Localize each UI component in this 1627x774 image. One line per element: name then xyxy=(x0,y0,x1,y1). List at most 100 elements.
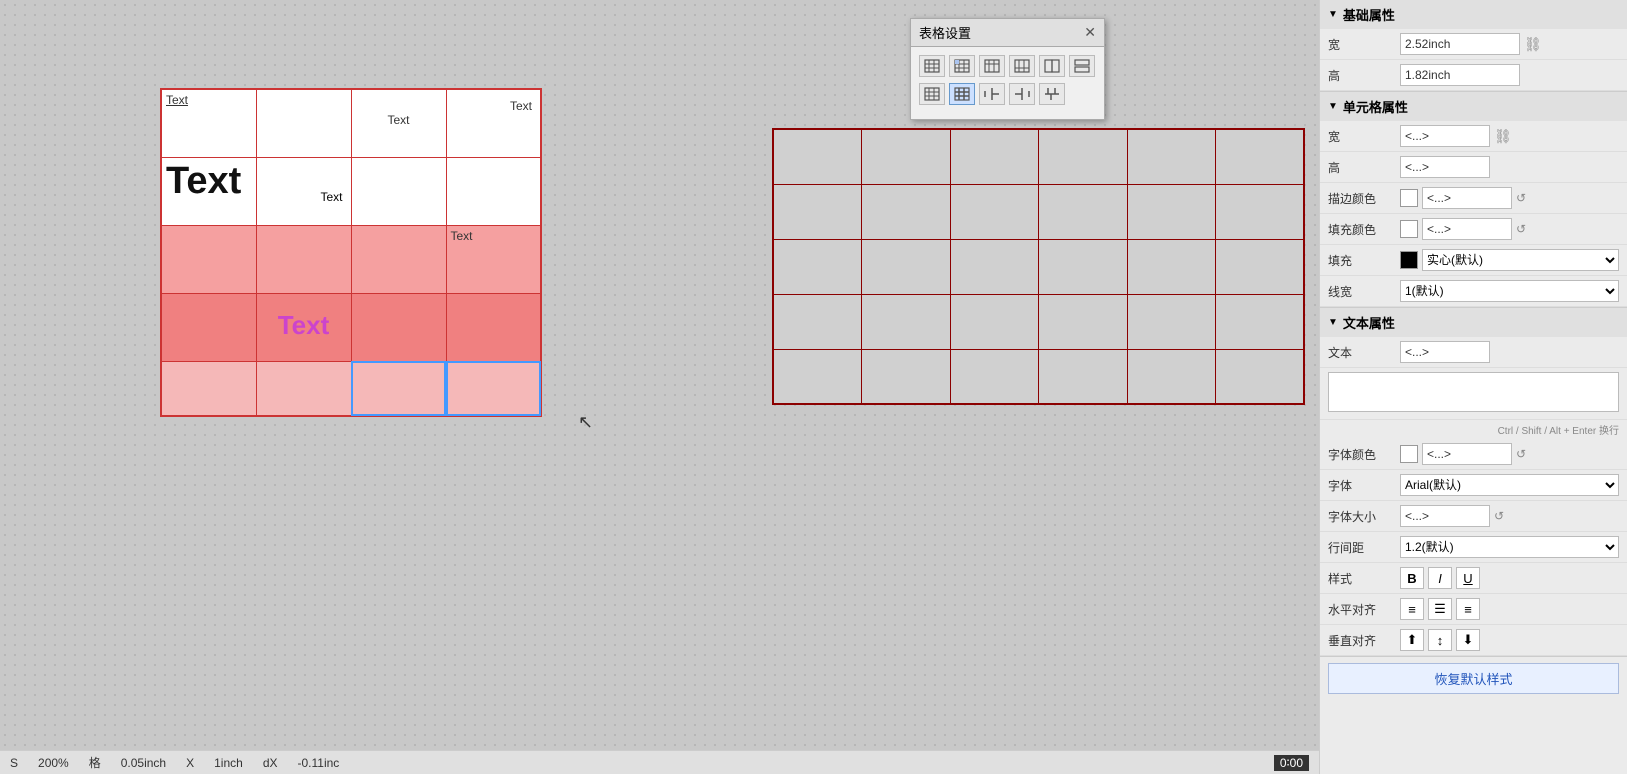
font-color-refresh[interactable]: ↺ xyxy=(1516,447,1526,461)
border-color-input[interactable] xyxy=(1422,187,1512,209)
table-icon-2[interactable] xyxy=(949,55,975,77)
table-cell[interactable]: Text xyxy=(446,89,541,157)
table-icon-7[interactable] xyxy=(919,83,945,105)
table-icon-5[interactable] xyxy=(1039,55,1065,77)
table-cell[interactable] xyxy=(446,293,541,361)
text-textarea[interactable] xyxy=(1328,372,1619,412)
dialog-close-button[interactable]: ✕ xyxy=(1084,24,1096,41)
height-input[interactable] xyxy=(1400,64,1520,86)
align-center-button[interactable]: ☰ xyxy=(1428,598,1452,620)
table-cell[interactable] xyxy=(862,184,951,239)
table-cell[interactable] xyxy=(1039,239,1128,294)
table-cell[interactable] xyxy=(1039,129,1128,184)
table-cell[interactable] xyxy=(1216,239,1305,294)
table-cell[interactable] xyxy=(862,349,951,404)
text-input[interactable] xyxy=(1400,341,1490,363)
table-icon-1[interactable] xyxy=(919,55,945,77)
table-cell[interactable] xyxy=(161,361,256,416)
table-cell[interactable] xyxy=(1039,184,1128,239)
table-cell[interactable] xyxy=(1127,294,1216,349)
table-cell[interactable] xyxy=(862,129,951,184)
bold-button[interactable]: B xyxy=(1400,567,1424,589)
align-right-button[interactable]: ≡ xyxy=(1456,598,1480,620)
table-icon-4[interactable] xyxy=(1009,55,1035,77)
italic-button[interactable]: I xyxy=(1428,567,1452,589)
table-cell[interactable] xyxy=(773,184,862,239)
text-props-header[interactable]: ▼ 文本属性 xyxy=(1320,308,1627,337)
font-size-refresh[interactable]: ↺ xyxy=(1494,509,1504,523)
table-cell[interactable] xyxy=(950,294,1039,349)
lock-icon[interactable]: ⛓ xyxy=(1524,36,1542,53)
fill-select[interactable]: 实心(默认) xyxy=(1422,249,1619,271)
line-width-select[interactable]: 1(默认) xyxy=(1400,280,1619,302)
table-cell[interactable]: Text xyxy=(161,89,256,157)
cell-props-header[interactable]: ▼ 单元格属性 xyxy=(1320,92,1627,121)
line-height-select[interactable]: 1.2(默认) xyxy=(1400,536,1619,558)
table-cell[interactable]: Text xyxy=(446,225,541,293)
table-cell[interactable] xyxy=(256,225,351,293)
table-icon-8[interactable] xyxy=(949,83,975,105)
table-icon-9[interactable] xyxy=(979,83,1005,105)
valign-bottom-button[interactable]: ⬇ xyxy=(1456,629,1480,651)
table-cell[interactable] xyxy=(1216,294,1305,349)
table-cell[interactable] xyxy=(1127,239,1216,294)
valign-top-button[interactable]: ⬆ xyxy=(1400,629,1424,651)
font-size-input[interactable] xyxy=(1400,505,1490,527)
width-input[interactable] xyxy=(1400,33,1520,55)
table-cell[interactable] xyxy=(950,349,1039,404)
table-icon-11[interactable] xyxy=(1039,83,1065,105)
canvas-area[interactable]: 表格设置 ✕ xyxy=(0,0,1319,774)
font-color-input[interactable] xyxy=(1422,443,1512,465)
reset-default-button[interactable]: 恢复默认样式 xyxy=(1328,663,1619,694)
table-cell[interactable] xyxy=(1127,129,1216,184)
table-cell[interactable] xyxy=(446,157,541,225)
table-cell[interactable] xyxy=(351,293,446,361)
table-cell[interactable] xyxy=(950,184,1039,239)
border-color-refresh[interactable]: ↺ xyxy=(1516,191,1526,205)
table-cell[interactable] xyxy=(256,361,351,416)
table-cell[interactable] xyxy=(773,294,862,349)
table-cell[interactable] xyxy=(161,293,256,361)
table-cell[interactable] xyxy=(1127,349,1216,404)
cell-height-input[interactable] xyxy=(1400,156,1490,178)
table-cell[interactable] xyxy=(862,294,951,349)
table-cell[interactable] xyxy=(161,225,256,293)
table-icon-6[interactable] xyxy=(1069,55,1095,77)
table-cell[interactable]: Text xyxy=(351,89,446,157)
table-cell[interactable]: Text xyxy=(256,157,351,225)
right-table[interactable] xyxy=(772,128,1305,405)
fill-color-swatch[interactable] xyxy=(1400,220,1418,238)
table-cell[interactable] xyxy=(862,239,951,294)
table-cell[interactable]: Text xyxy=(256,293,351,361)
fill-color-refresh[interactable]: ↺ xyxy=(1516,222,1526,236)
table-cell[interactable] xyxy=(773,239,862,294)
cell-lock-icon[interactable]: ⛓ xyxy=(1494,128,1512,145)
table-cell[interactable]: Text xyxy=(161,157,256,225)
left-table[interactable]: Text Text Text xyxy=(160,88,542,417)
table-cell[interactable] xyxy=(351,157,446,225)
align-left-button[interactable]: ≡ xyxy=(1400,598,1424,620)
cell-width-input[interactable] xyxy=(1400,125,1490,147)
table-cell[interactable] xyxy=(950,239,1039,294)
table-cell[interactable] xyxy=(773,349,862,404)
font-select[interactable]: Arial(默认) xyxy=(1400,474,1619,496)
table-cell[interactable] xyxy=(1216,184,1305,239)
table-icon-3[interactable] xyxy=(979,55,1005,77)
table-cell[interactable] xyxy=(1216,349,1305,404)
basic-props-header[interactable]: ▼ 基础属性 xyxy=(1320,0,1627,29)
fill-black-swatch[interactable] xyxy=(1400,251,1418,269)
fill-color-input[interactable] xyxy=(1422,218,1512,240)
border-color-swatch[interactable] xyxy=(1400,189,1418,207)
table-cell[interactable] xyxy=(256,89,351,157)
valign-middle-button[interactable]: ↕ xyxy=(1428,629,1452,651)
table-cell[interactable] xyxy=(773,129,862,184)
table-icon-10[interactable] xyxy=(1009,83,1035,105)
table-cell-selected[interactable] xyxy=(446,361,541,416)
table-cell[interactable] xyxy=(351,225,446,293)
table-cell[interactable] xyxy=(1216,129,1305,184)
underline-button[interactable]: U xyxy=(1456,567,1480,589)
table-cell[interactable] xyxy=(950,129,1039,184)
table-cell[interactable] xyxy=(1039,349,1128,404)
table-cell[interactable] xyxy=(1127,184,1216,239)
font-color-swatch[interactable] xyxy=(1400,445,1418,463)
